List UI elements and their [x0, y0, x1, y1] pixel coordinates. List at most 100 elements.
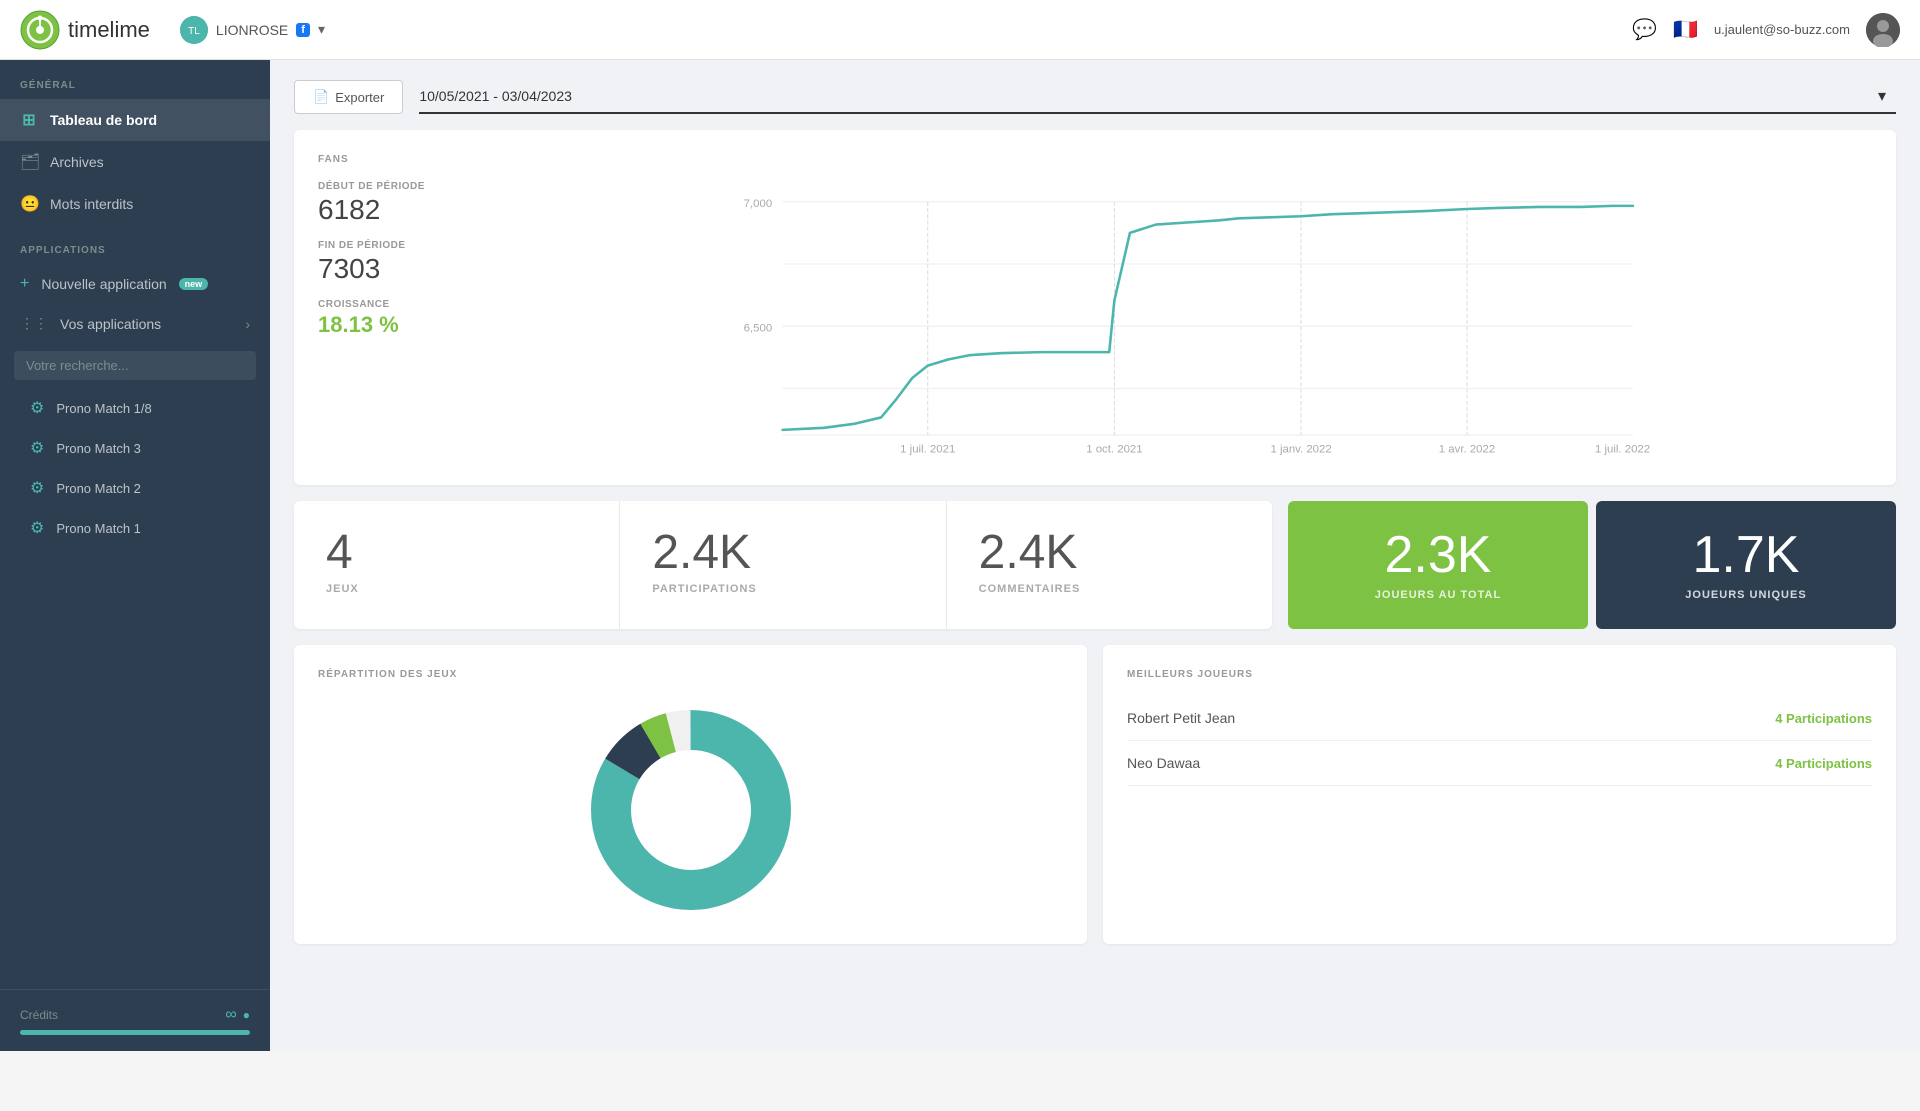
- player-name-1: Robert Petit Jean: [1127, 710, 1235, 726]
- svg-text:1 avr. 2022: 1 avr. 2022: [1439, 444, 1495, 456]
- apps-grid-icon: ⋮⋮: [20, 315, 48, 332]
- svg-text:1 oct. 2021: 1 oct. 2021: [1086, 444, 1142, 456]
- avatar[interactable]: [1866, 13, 1900, 47]
- nouvelle-app-left: + Nouvelle application new: [20, 275, 208, 293]
- croissance-label: CROISSANCE: [318, 299, 478, 310]
- svg-text:1 janv. 2022: 1 janv. 2022: [1270, 444, 1331, 456]
- app-prono-2-label: Prono Match 2: [56, 481, 141, 496]
- joueurs-uniques-label: JOUEURS UNIQUES: [1685, 589, 1806, 601]
- fans-stats: DÉBUT DE PÉRIODE 6182 FIN DE PÉRIODE 730…: [318, 181, 478, 461]
- jeux-number: 4: [326, 529, 587, 577]
- brand-name: LIONROSE: [216, 22, 288, 38]
- sidebar-item-archives-label: Archives: [50, 154, 104, 170]
- toolbar: 📄 Exporter 10/05/2021 - 03/04/2023 ▾: [294, 80, 1896, 114]
- joueurs-total-label: JOUEURS AU TOTAL: [1375, 589, 1501, 601]
- meilleurs-card: MEILLEURS JOUEURS Robert Petit Jean 4 Pa…: [1103, 645, 1896, 944]
- sidebar-search-input[interactable]: [14, 351, 256, 380]
- brand-selector[interactable]: TL LIONROSE f ▾: [180, 16, 325, 44]
- topnav-left: timelime TL LIONROSE f ▾: [20, 10, 325, 50]
- credits-label: Crédits: [20, 1008, 58, 1022]
- app-prono-1[interactable]: ⚙ Prono Match 1: [0, 508, 270, 548]
- sidebar-item-mots[interactable]: 😐 Mots interdits: [0, 183, 270, 225]
- svg-text:1 juil. 2021: 1 juil. 2021: [900, 444, 955, 456]
- participations-number: 2.4K: [652, 529, 913, 577]
- credits-bar: [20, 1030, 250, 1035]
- date-range-chevron[interactable]: ▾: [1878, 86, 1886, 106]
- date-range-selector[interactable]: 10/05/2021 - 03/04/2023 ▾: [419, 80, 1896, 114]
- participations-label: PARTICIPATIONS: [652, 583, 913, 595]
- applications-section-label: APPLICATIONS: [0, 225, 270, 264]
- sidebar-item-archives[interactable]: 🗂 Archives: [0, 141, 270, 183]
- fin-label: FIN DE PÉRIODE: [318, 240, 478, 251]
- vos-applications-label: Vos applications: [60, 316, 161, 332]
- infinity-symbol: ∞: [225, 1006, 236, 1024]
- joueurs-total-number: 2.3K: [1384, 529, 1491, 581]
- app-prono-2[interactable]: ⚙ Prono Match 2: [0, 468, 270, 508]
- joueurs-uniques-number: 1.7K: [1692, 529, 1799, 581]
- repartition-title: RÉPARTITION DES JEUX: [318, 669, 1063, 680]
- svg-text:7,000: 7,000: [744, 198, 773, 210]
- sidebar-item-tableau-label: Tableau de bord: [50, 112, 157, 128]
- sidebar-item-tableau[interactable]: ⊞ Tableau de bord: [0, 99, 270, 141]
- sidebar-search-container: [0, 343, 270, 388]
- export-label: Exporter: [335, 90, 384, 105]
- logo[interactable]: timelime: [20, 10, 150, 50]
- meilleurs-title: MEILLEURS JOUEURS: [1127, 669, 1872, 680]
- vos-apps-left: ⋮⋮ Vos applications: [20, 315, 161, 332]
- app-prono-1-label: Prono Match 1: [56, 521, 141, 536]
- date-range-text: 10/05/2021 - 03/04/2023: [419, 88, 572, 104]
- commentaires-card: 2.4K COMMENTAIRES: [947, 501, 1272, 629]
- player-row-1: Robert Petit Jean 4 Participations: [1127, 696, 1872, 741]
- donut-chart-svg: [581, 700, 801, 920]
- new-badge: new: [179, 278, 209, 290]
- user-email: u.jaulent@so-buzz.com: [1714, 22, 1850, 37]
- donut-chart-container: [318, 700, 1063, 920]
- add-icon: +: [20, 275, 29, 293]
- repartition-card: RÉPARTITION DES JEUX: [294, 645, 1087, 944]
- app-prono-3-label: Prono Match 3: [56, 441, 141, 456]
- brand-icon: TL: [180, 16, 208, 44]
- export-button[interactable]: 📄 Exporter: [294, 80, 403, 114]
- fans-chart: 7,000 6,500 1 juil. 2021 1 oct. 2021 1 j…: [502, 181, 1872, 461]
- fin-value: 7303: [318, 253, 478, 285]
- jeux-label: JEUX: [326, 583, 587, 595]
- sidebar-bottom: Crédits ∞ ●: [0, 989, 270, 1051]
- export-icon: 📄: [313, 89, 329, 105]
- gear-icon-1: ⚙: [30, 398, 44, 418]
- fans-card: FANS DÉBUT DE PÉRIODE 6182 FIN DE PÉRIOD…: [294, 130, 1896, 485]
- archives-icon: 🗂: [20, 152, 38, 172]
- joueurs-uniques-card: 1.7K JOUEURS UNIQUES: [1596, 501, 1896, 629]
- chat-icon[interactable]: 💬: [1632, 17, 1657, 42]
- forbidden-icon: 😐: [20, 194, 38, 214]
- credits-row: Crédits ∞ ●: [20, 1006, 250, 1024]
- app-prono-3[interactable]: ⚙ Prono Match 3: [0, 428, 270, 468]
- bottom-row: RÉPARTITION DES JEUX MEILLEURS JOUEURS: [294, 645, 1896, 944]
- debut-label: DÉBUT DE PÉRIODE: [318, 181, 478, 192]
- participations-card: 2.4K PARTICIPATIONS: [620, 501, 946, 629]
- joueurs-total-card: 2.3K JOUEURS AU TOTAL: [1288, 501, 1588, 629]
- sidebar: GÉNÉRAL ⊞ Tableau de bord 🗂 Archives 😐 M…: [0, 60, 270, 1051]
- vos-applications-row[interactable]: ⋮⋮ Vos applications ›: [0, 304, 270, 343]
- app-prono-1-8[interactable]: ⚙ Prono Match 1/8: [0, 388, 270, 428]
- language-flag[interactable]: 🇫🇷: [1673, 17, 1698, 42]
- gear-icon-4: ⚙: [30, 518, 44, 538]
- layout: GÉNÉRAL ⊞ Tableau de bord 🗂 Archives 😐 M…: [0, 60, 1920, 1051]
- main-content: 📄 Exporter 10/05/2021 - 03/04/2023 ▾ FAN…: [270, 60, 1920, 1051]
- sidebar-item-mots-label: Mots interdits: [50, 196, 133, 212]
- timelime-small-icon: ●: [243, 1008, 250, 1022]
- svg-text:1 juil. 2022: 1 juil. 2022: [1595, 444, 1650, 456]
- fans-chart-svg: 7,000 6,500 1 juil. 2021 1 oct. 2021 1 j…: [502, 181, 1872, 461]
- gear-icon-3: ⚙: [30, 478, 44, 498]
- croissance-value: 18.13 %: [318, 312, 478, 338]
- dashboard-icon: ⊞: [20, 110, 38, 130]
- player-row-2: Neo Dawaa 4 Participations: [1127, 741, 1872, 786]
- jeux-card: 4 JEUX: [294, 501, 620, 629]
- credits-bar-fill: [20, 1030, 250, 1035]
- players-list: Robert Petit Jean 4 Participations Neo D…: [1127, 696, 1872, 786]
- player-score-2: 4 Participations: [1775, 756, 1872, 771]
- stats-row: 4 JEUX 2.4K PARTICIPATIONS 2.4K COMMENTA…: [294, 501, 1896, 629]
- brand-dropdown-icon[interactable]: ▾: [318, 21, 325, 38]
- topnav: timelime TL LIONROSE f ▾ 💬 🇫🇷 u.jaulent@…: [0, 0, 1920, 60]
- nouvelle-application-row[interactable]: + Nouvelle application new: [0, 264, 270, 304]
- nouvelle-app-label: Nouvelle application: [41, 276, 166, 292]
